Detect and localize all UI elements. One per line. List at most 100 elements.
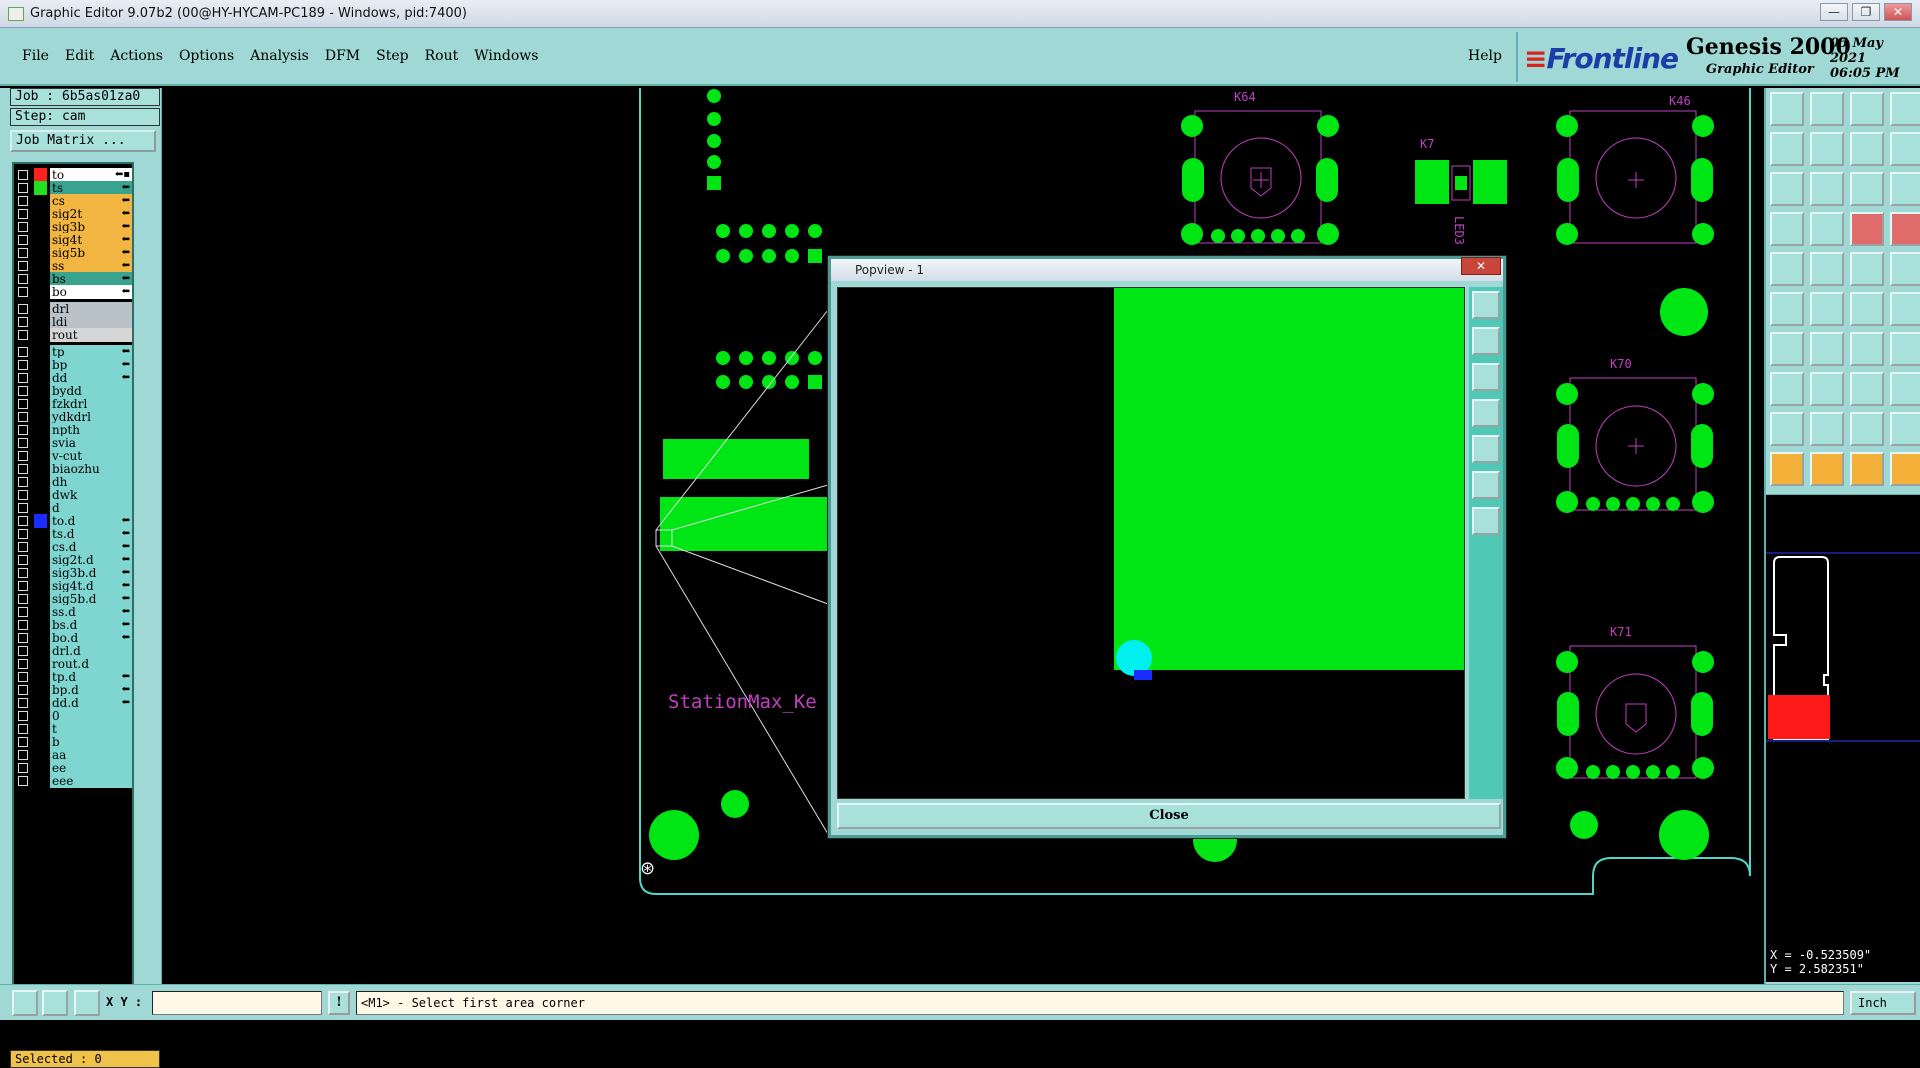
layer-name[interactable]: tp ⬅ <box>50 345 132 359</box>
layer-row[interactable]: b <box>14 735 132 749</box>
trim-tool-icon[interactable] <box>1810 372 1844 406</box>
layer-row[interactable]: bs.d ⬅ <box>14 618 132 632</box>
layer-checkbox[interactable] <box>18 542 28 552</box>
pan-right-tool-icon[interactable] <box>1810 132 1844 166</box>
layer-color-swatch[interactable] <box>34 514 47 528</box>
job-matrix-button[interactable]: Job Matrix ... <box>10 130 156 152</box>
mirror-tool-icon[interactable] <box>1850 332 1884 366</box>
popview-fit-button[interactable] <box>1472 471 1500 499</box>
layer-row[interactable]: bo ⬅ <box>14 285 132 299</box>
layer-row[interactable]: dwk <box>14 488 132 502</box>
layer-row[interactable]: bydd <box>14 384 132 398</box>
layer-name[interactable]: cs.d ⬅ <box>50 540 132 554</box>
pan-left-tool-icon[interactable] <box>1770 132 1804 166</box>
popview-center-button[interactable] <box>1472 507 1500 535</box>
layer-color-swatch[interactable] <box>34 540 47 554</box>
popview-canvas[interactable] <box>837 287 1465 799</box>
triangle-d-tool-icon[interactable] <box>1890 412 1920 446</box>
layer-name[interactable]: ts ⬅ <box>50 181 132 195</box>
layer-checkbox[interactable] <box>18 607 28 617</box>
popview-pan-right-button[interactable] <box>1472 435 1500 463</box>
layer-checkbox[interactable] <box>18 685 28 695</box>
layer-checkbox[interactable] <box>18 529 28 539</box>
menu-help[interactable]: Help <box>1468 48 1502 64</box>
layer-name[interactable]: sig2t ⬅ <box>50 207 132 221</box>
layer-checkbox[interactable] <box>18 248 28 258</box>
layer-checkbox[interactable] <box>18 360 28 370</box>
layer-row[interactable]: bp ⬅ <box>14 358 132 372</box>
layer-color-swatch[interactable] <box>34 670 47 684</box>
menu-analysis[interactable]: Analysis <box>242 48 317 64</box>
layer-checkbox[interactable] <box>18 763 28 773</box>
group-tool-icon[interactable] <box>1890 372 1920 406</box>
popview-zoom-home-button[interactable] <box>1472 291 1500 319</box>
layer-name[interactable]: sig4t ⬅ <box>50 233 132 247</box>
layer-checkbox[interactable] <box>18 399 28 409</box>
layer-color-swatch[interactable] <box>34 579 47 593</box>
layer-name[interactable]: ldi <box>50 315 132 329</box>
layer-checkbox[interactable] <box>18 386 28 396</box>
layer-checkbox[interactable] <box>18 235 28 245</box>
layer-name[interactable]: ss.d ⬅ <box>50 605 132 619</box>
layer-name[interactable]: t <box>50 722 132 736</box>
layer-row[interactable]: svia <box>14 436 132 450</box>
layer-checkbox[interactable] <box>18 750 28 760</box>
layer-name[interactable]: bs ⬅ <box>50 272 132 286</box>
xy-input[interactable] <box>152 991 322 1015</box>
layer-color-swatch[interactable] <box>34 302 47 316</box>
layer-color-swatch[interactable] <box>34 644 47 658</box>
layer-row[interactable]: ss.d ⬅ <box>14 605 132 619</box>
triangle-a-tool-icon[interactable] <box>1770 412 1804 446</box>
layer-checkbox[interactable] <box>18 711 28 721</box>
layer-name[interactable]: sig5b ⬅ <box>50 246 132 260</box>
menu-windows[interactable]: Windows <box>466 48 546 64</box>
measure-button[interactable] <box>42 990 68 1016</box>
layer-color-swatch[interactable] <box>34 709 47 723</box>
layer-row[interactable]: biaozhu <box>14 462 132 476</box>
add-circle-tool-icon[interactable] <box>1890 252 1920 286</box>
layer-row[interactable]: sig2t ⬅ <box>14 207 132 221</box>
layer-row[interactable]: sig3b ⬅ <box>14 220 132 234</box>
layer-row[interactable]: ee <box>14 761 132 775</box>
popview-zoom-out-button[interactable] <box>1472 363 1500 391</box>
layer-name[interactable]: bydd <box>50 384 132 398</box>
layer-color-swatch[interactable] <box>34 371 47 385</box>
redo-tool-icon[interactable] <box>1890 132 1920 166</box>
layer-checkbox[interactable] <box>18 412 28 422</box>
layer-name[interactable]: svia <box>50 436 132 450</box>
layer-color-swatch[interactable] <box>34 168 47 182</box>
popview-close-x-button[interactable]: ✕ <box>1461 257 1501 275</box>
layer-row[interactable]: npth <box>14 423 132 437</box>
layer-color-swatch[interactable] <box>34 566 47 580</box>
layer-name[interactable]: sig2t.d ⬅ <box>50 553 132 567</box>
triangle-b-tool-icon[interactable] <box>1810 412 1844 446</box>
layer-color-swatch[interactable] <box>34 358 47 372</box>
layer-checkbox[interactable] <box>18 516 28 526</box>
layer-name[interactable]: ee <box>50 761 132 775</box>
layer-name[interactable]: fzkdrl <box>50 397 132 411</box>
add-rect-tool-icon[interactable] <box>1850 252 1884 286</box>
layer-checkbox[interactable] <box>18 373 28 383</box>
layer-name[interactable]: biaozhu <box>50 462 132 476</box>
layer-row[interactable]: dh <box>14 475 132 489</box>
layer-row[interactable]: sig4t ⬅ <box>14 233 132 247</box>
layer-row[interactable]: sig5b.d ⬅ <box>14 592 132 606</box>
layer-name[interactable]: tp.d ⬅ <box>50 670 132 684</box>
layer-color-swatch[interactable] <box>34 631 47 645</box>
layer-row[interactable]: fzkdrl <box>14 397 132 411</box>
add-pad-tool-icon[interactable] <box>1770 252 1804 286</box>
layer-row[interactable]: v-cut <box>14 449 132 463</box>
layer-row[interactable]: aa <box>14 748 132 762</box>
extend-tool-icon[interactable] <box>1850 372 1884 406</box>
layer-name[interactable]: drl <box>50 302 132 316</box>
layer-name[interactable]: to.d ⬅ <box>50 514 132 528</box>
layer-color-swatch[interactable] <box>34 618 47 632</box>
edit-node-tool-icon[interactable] <box>1770 292 1804 326</box>
layer-color-swatch[interactable] <box>34 220 47 234</box>
layer-color-swatch[interactable] <box>34 397 47 411</box>
save-tool-icon[interactable] <box>1810 92 1844 126</box>
select-b-tool-icon[interactable] <box>1810 452 1844 486</box>
select-d-tool-icon[interactable] <box>1890 452 1920 486</box>
layer-checkbox[interactable] <box>18 581 28 591</box>
layer-color-swatch[interactable] <box>34 410 47 424</box>
